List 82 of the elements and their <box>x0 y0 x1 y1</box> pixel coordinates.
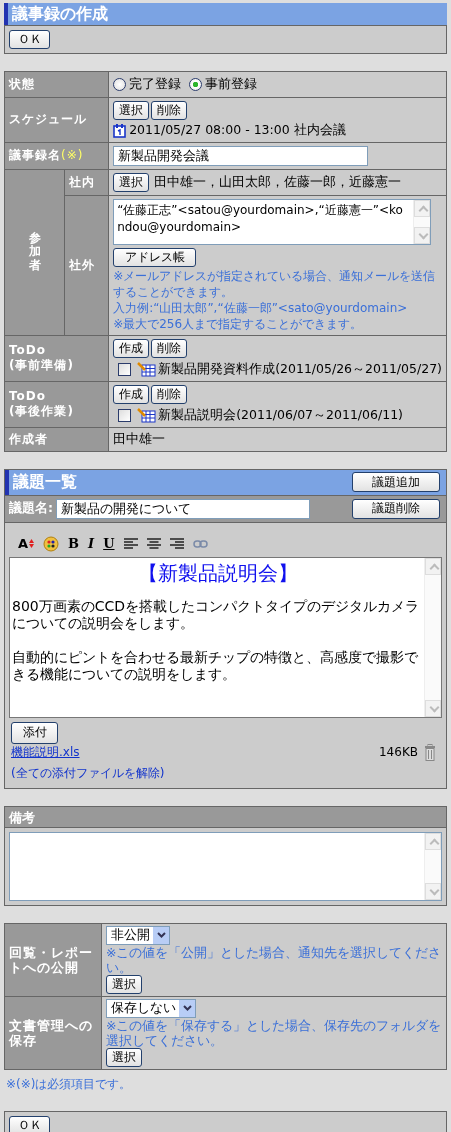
hint-text: 入力例:“山田太郎”,“佐藤一郎”<sato@yourdomain> <box>113 299 409 316</box>
row-label: 参加者 <box>28 232 41 272</box>
todo-button[interactable]: 削除 <box>151 384 188 404</box>
row-sublabel: (事前準備) <box>9 356 75 374</box>
ok-button[interactable]: ＯＫ <box>9 1115 50 1132</box>
editor-heading: 【新製品説明会】 <box>137 559 299 586</box>
todo-button[interactable]: 作成 <box>113 338 150 358</box>
editor-paragraph: 自動的にピントを合わせる最新チップの特徴と、高感度で撮影できる機能についての説明をします。 <box>12 648 419 683</box>
field-label: 議題名: <box>9 500 53 517</box>
align-left-icon[interactable] <box>123 537 138 550</box>
align-right-icon[interactable] <box>169 537 184 550</box>
checkbox[interactable] <box>118 408 132 422</box>
align-center-icon[interactable] <box>146 537 161 550</box>
text-field[interactable]: 新製品の開発について <box>56 498 310 519</box>
row-label: ToDo <box>9 342 48 357</box>
row-label: 回覧・レポートへの公開 <box>9 944 93 975</box>
required-mark: (※) <box>61 148 84 162</box>
author-name: 田中雄一 <box>113 430 166 446</box>
file-size: 146KB <box>379 745 418 759</box>
row-label: 社内 <box>69 174 96 189</box>
select-button[interactable]: 選択 <box>113 172 150 192</box>
radio-label[interactable]: 完了登録 <box>129 75 182 93</box>
scrollbar[interactable] <box>413 199 431 244</box>
row-label: 状態 <box>9 76 35 91</box>
radio-label[interactable]: 事前登録 <box>205 75 258 93</box>
italic-button[interactable]: I <box>88 536 95 551</box>
delete-agenda-button[interactable]: 議題削除 <box>352 498 440 519</box>
add-agenda-button[interactable]: 議題追加 <box>352 472 440 492</box>
text-field[interactable]: 新製品開発会議 <box>113 145 369 166</box>
row-label: 社外 <box>69 257 96 272</box>
row-label: ToDo <box>9 388 48 403</box>
field-text: “佐藤正志”<satou@yourdomain>,“近藤憲一”<kondou@yourdomain> <box>116 201 404 236</box>
attach-button[interactable]: 添付 <box>11 721 58 744</box>
remove-attachments-link[interactable]: (全ての添付ファイルを解除) <box>9 760 442 782</box>
row-label: 作成者 <box>9 431 48 446</box>
scrollbar[interactable] <box>424 557 441 717</box>
chevron-down-icon <box>156 932 166 938</box>
schedule-button[interactable]: 選択 <box>113 100 150 120</box>
palette-icon[interactable] <box>43 535 60 552</box>
participant-names: 田中雄一，山田太郎，佐藤一郎，近藤憲一 <box>154 173 402 191</box>
trash-icon[interactable] <box>424 743 436 761</box>
row-label: 文書管理への保存 <box>9 1017 93 1048</box>
row-label: 議事録名 <box>9 148 61 162</box>
page-title: 議事録の作成 <box>4 3 447 25</box>
schedule-button[interactable]: 削除 <box>151 100 188 120</box>
underline-button[interactable]: U <box>103 536 115 551</box>
select-button[interactable]: 選択 <box>106 974 142 994</box>
text-area[interactable]: “佐藤正志”<satou@yourdomain>,“近藤憲一”<kondou@yourdomain> <box>113 198 432 245</box>
ok-button[interactable]: ＯＫ <box>9 30 50 49</box>
checkbox[interactable] <box>118 362 132 376</box>
todo-item[interactable]: 新製品開発資料作成(2011/05/26～2011/05/27) <box>158 360 442 378</box>
select-button[interactable]: 選択 <box>106 1047 142 1067</box>
text-area[interactable] <box>9 831 442 901</box>
required-note: ※(※)は必須項目です。 <box>5 1075 133 1093</box>
scrollbar[interactable] <box>424 832 441 900</box>
font-size-button[interactable]: A <box>18 536 35 551</box>
file-link[interactable]: 機能説明.xls <box>11 743 80 761</box>
chevron-down-icon <box>182 1005 192 1011</box>
task-icon <box>137 361 157 377</box>
radio-button[interactable] <box>113 77 127 91</box>
todo-button[interactable]: 作成 <box>113 384 150 404</box>
row-sublabel: (事後作業) <box>9 402 75 420</box>
section-header: 備考 <box>5 806 446 828</box>
hint-text: ※最大で256人まで指定することができます。 <box>113 315 364 332</box>
arrows-icon <box>29 539 35 548</box>
hint-text: ※この値を「公開」とした場合、通知先を選択してください。 <box>106 944 442 975</box>
todo-item[interactable]: 新製品説明会(2011/06/07～2011/06/11) <box>158 406 403 424</box>
address-book-button[interactable]: アドレス帳 <box>113 247 197 267</box>
hint-text: ※この値を「保存する」とした場合、保存先のフォルダを選択してください。 <box>106 1017 442 1048</box>
bold-button[interactable]: B <box>68 536 80 551</box>
calendar-icon <box>113 122 127 138</box>
todo-button[interactable]: 削除 <box>151 338 188 358</box>
section-title: 議題一覧 <box>13 471 77 493</box>
task-icon <box>137 407 157 423</box>
editor-paragraph: 800万画素のCCDを搭載したコンパクトタイプのデジタルカメラについての説明会をします。 <box>12 597 421 632</box>
rich-text-editor[interactable]: 【新製品説明会】 800万画素のCCDを搭載したコンパクトタイプのデジタルカメラについての説明会をします。 自動的にピントを合わせる最新チップの特徴と、高感度で撮影できる機能についての説明をします。 <box>9 556 442 718</box>
dropdown[interactable]: 保存しない <box>106 998 196 1018</box>
dropdown[interactable]: 非公開 <box>106 925 170 945</box>
row-label: スケジュール <box>9 112 87 126</box>
hint-text: ※メールアドレスが指定されている場合、通知メールを送信することができます。 <box>113 267 437 300</box>
radio-button[interactable] <box>189 77 203 91</box>
schedule-entry: 2011/05/27 08:00 - 13:00 社内会議 <box>129 121 346 139</box>
